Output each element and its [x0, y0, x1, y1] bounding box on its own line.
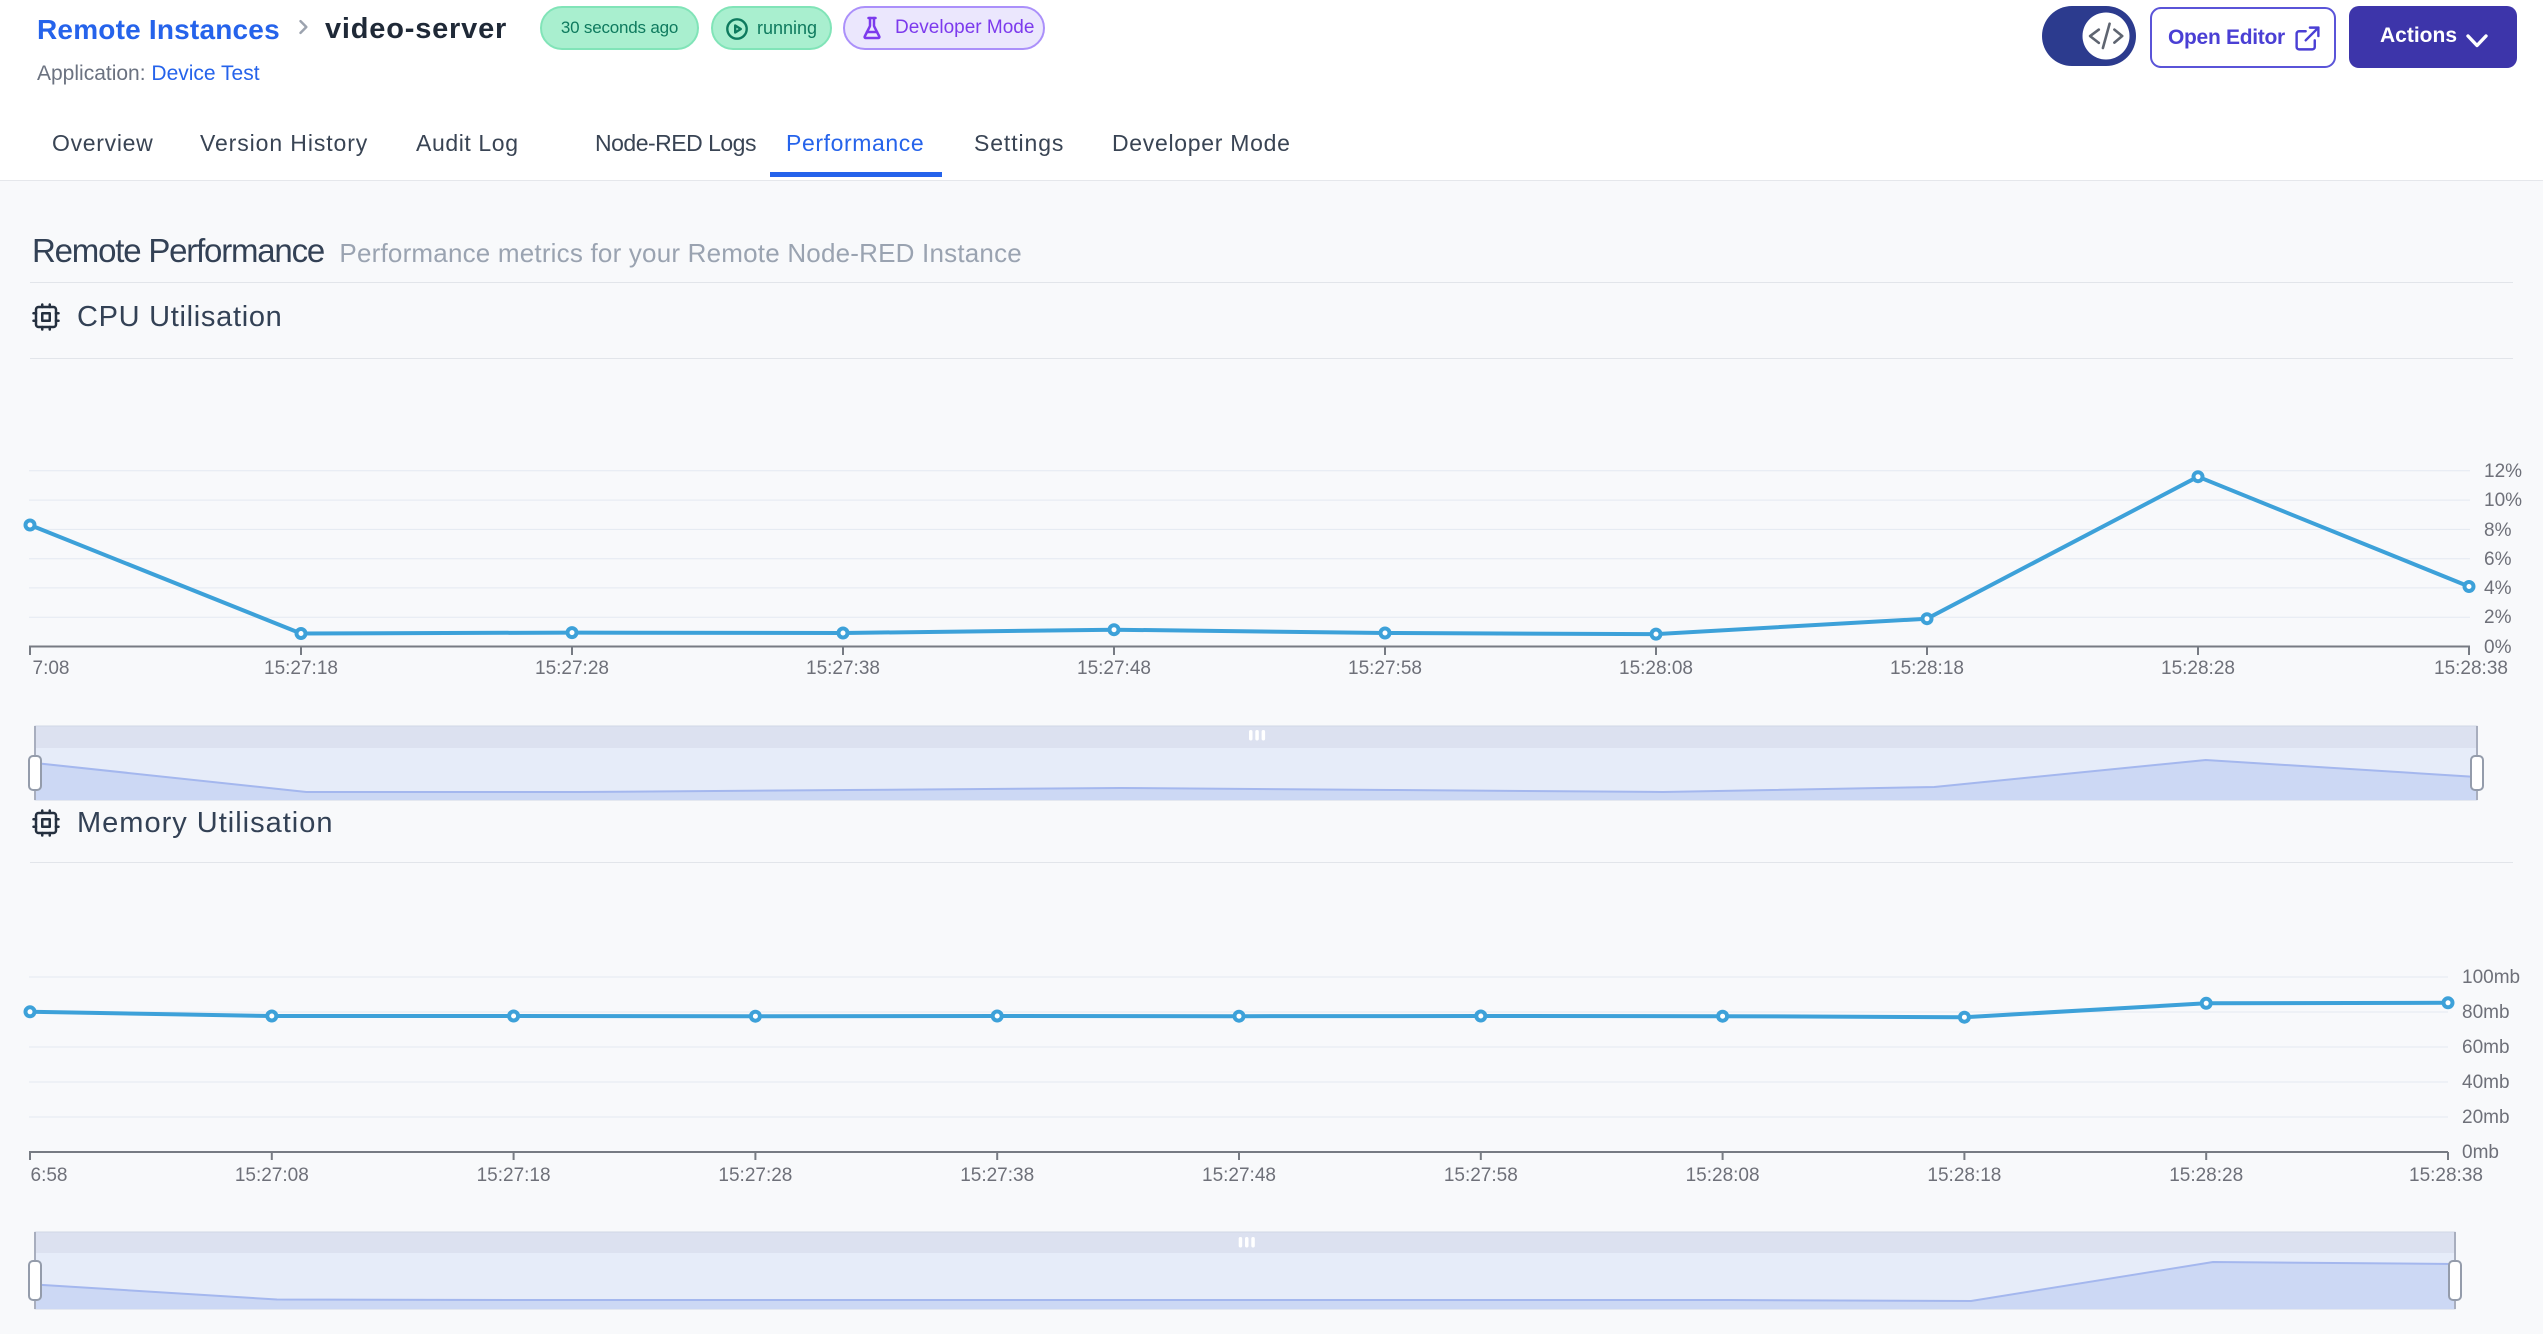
svg-text:20mb: 20mb — [2462, 1107, 2510, 1128]
svg-text:4%: 4% — [2484, 578, 2512, 599]
svg-text:8%: 8% — [2484, 520, 2512, 541]
svg-text:15:27:38: 15:27:38 — [806, 658, 880, 679]
svg-text:100mb: 100mb — [2462, 967, 2520, 988]
svg-text:15:28:18: 15:28:18 — [1927, 1165, 2001, 1186]
svg-text:15:28:38: 15:28:38 — [2409, 1165, 2483, 1186]
svg-text:0%: 0% — [2484, 637, 2512, 658]
svg-text:10%: 10% — [2484, 490, 2522, 511]
svg-text:15:27:28: 15:27:28 — [718, 1165, 792, 1186]
svg-text:15:28:28: 15:28:28 — [2169, 1165, 2243, 1186]
svg-text:15:28:38: 15:28:38 — [2434, 658, 2508, 679]
svg-text:15:27:18: 15:27:18 — [264, 658, 338, 679]
svg-text:15:28:08: 15:28:08 — [1686, 1165, 1760, 1186]
svg-text:7:08: 7:08 — [33, 658, 70, 679]
svg-text:12%: 12% — [2484, 461, 2522, 482]
svg-text:40mb: 40mb — [2462, 1072, 2510, 1093]
svg-text:15:27:08: 15:27:08 — [235, 1165, 309, 1186]
svg-text:15:27:48: 15:27:48 — [1077, 658, 1151, 679]
svg-text:6%: 6% — [2484, 549, 2512, 570]
svg-text:2%: 2% — [2484, 607, 2512, 628]
svg-text:15:28:18: 15:28:18 — [1890, 658, 1964, 679]
svg-text:15:28:08: 15:28:08 — [1619, 658, 1693, 679]
svg-text:15:27:38: 15:27:38 — [960, 1165, 1034, 1186]
svg-text:15:27:58: 15:27:58 — [1348, 658, 1422, 679]
svg-text:15:27:48: 15:27:48 — [1202, 1165, 1276, 1186]
svg-text:15:27:58: 15:27:58 — [1444, 1165, 1518, 1186]
svg-text:15:27:18: 15:27:18 — [477, 1165, 551, 1186]
svg-text:0mb: 0mb — [2462, 1142, 2499, 1163]
svg-text:6:58: 6:58 — [31, 1165, 68, 1186]
svg-text:15:27:28: 15:27:28 — [535, 658, 609, 679]
svg-text:60mb: 60mb — [2462, 1037, 2510, 1058]
svg-text:15:28:28: 15:28:28 — [2161, 658, 2235, 679]
svg-text:80mb: 80mb — [2462, 1002, 2510, 1023]
